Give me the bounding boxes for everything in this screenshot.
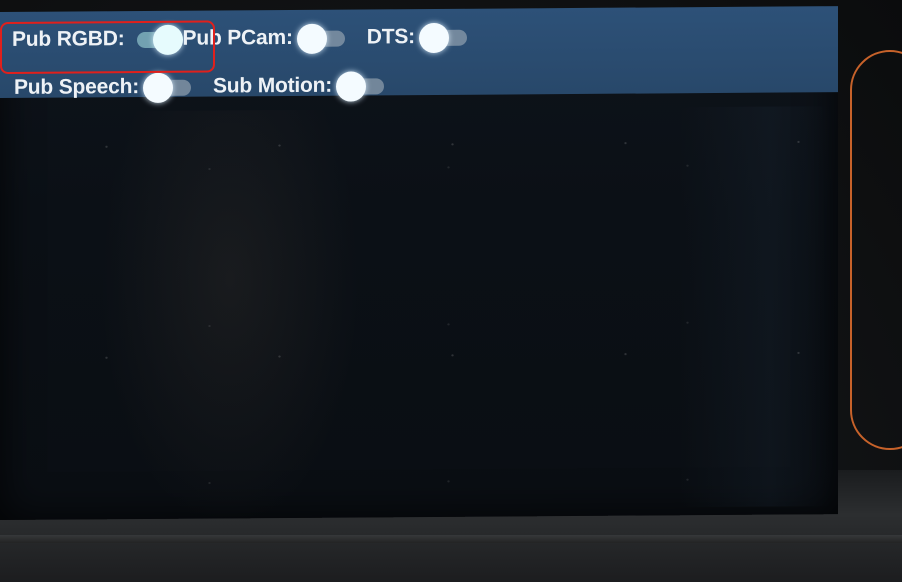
device-bezel-ridge	[0, 535, 902, 543]
pub-pcam-toggle[interactable]	[296, 22, 353, 54]
sub-motion-toggle[interactable]	[336, 69, 392, 102]
dts-control: DTS:	[367, 21, 475, 54]
annotation-highlight-box	[0, 20, 215, 74]
pub-speech-label: Pub Speech:	[14, 75, 139, 99]
toggle-thumb	[143, 72, 173, 104]
device-side-button-ring	[850, 50, 902, 450]
device-photo: Pub RGBD: Pub PCam: DTS: Pub Speech: Sub…	[0, 0, 902, 582]
sub-motion-label: Sub Motion:	[213, 73, 333, 98]
app-screen: Pub RGBD: Pub PCam: DTS: Pub Speech: Sub…	[0, 6, 838, 532]
pub-speech-control: Pub Speech:	[14, 71, 199, 104]
dts-label: DTS:	[366, 25, 415, 49]
toggle-thumb	[418, 22, 449, 54]
toggle-thumb	[296, 23, 327, 54]
sub-motion-control: Sub Motion:	[213, 69, 392, 102]
dts-toggle[interactable]	[418, 21, 475, 54]
pub-speech-toggle[interactable]	[143, 71, 199, 104]
toggle-row-2: Pub Speech: Sub Motion:	[14, 69, 402, 104]
toggle-thumb	[336, 71, 367, 102]
